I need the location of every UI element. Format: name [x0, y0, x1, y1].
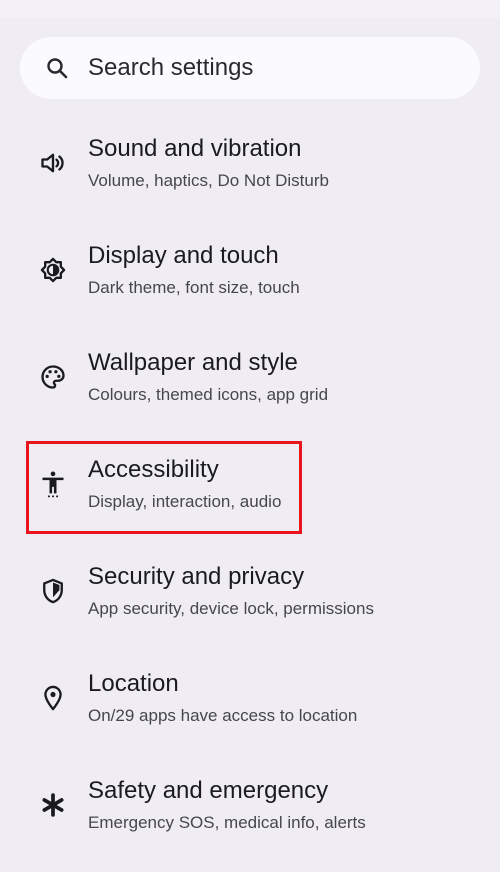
item-title: Wallpaper and style [88, 349, 298, 376]
speaker-icon [39, 149, 67, 177]
settings-item-wallpaper-and-style[interactable]: Wallpaper and style Colours, themed icon… [0, 344, 500, 444]
settings-item-sound-and-vibration[interactable]: Sound and vibration Volume, haptics, Do … [0, 130, 500, 230]
item-subtitle: Colours, themed icons, app grid [88, 385, 329, 404]
item-title: Security and privacy [88, 563, 305, 590]
item-subtitle: Volume, haptics, Do Not Disturb [88, 171, 329, 190]
item-subtitle: On/29 apps have access to location [88, 706, 358, 725]
settings-item-display-and-touch[interactable]: Display and touch Dark theme, font size,… [0, 237, 500, 337]
item-title: Sound and vibration [88, 135, 302, 162]
search-icon [45, 56, 69, 80]
item-subtitle: Dark theme, font size, touch [88, 278, 300, 297]
settings-item-safety-and-emergency[interactable]: Safety and emergency Emergency SOS, medi… [0, 772, 500, 872]
search-placeholder: Search settings [88, 54, 254, 81]
item-title: Location [88, 670, 179, 697]
location-pin-icon [39, 684, 67, 712]
palette-icon [39, 363, 67, 391]
item-subtitle: App security, device lock, permissions [88, 599, 374, 618]
highlight-box [26, 441, 302, 534]
item-title: Safety and emergency [88, 777, 329, 804]
asterisk-icon [39, 791, 67, 819]
settings-item-security-and-privacy[interactable]: Security and privacy App security, devic… [0, 558, 500, 658]
item-title: Display and touch [88, 242, 279, 269]
settings-item-location[interactable]: Location On/29 apps have access to locat… [0, 665, 500, 765]
item-subtitle: Emergency SOS, medical info, alerts [88, 813, 366, 832]
shield-icon [39, 577, 67, 605]
status-bar-area [0, 0, 500, 18]
brightness-icon [39, 256, 67, 284]
search-bar[interactable]: Search settings [20, 37, 480, 99]
